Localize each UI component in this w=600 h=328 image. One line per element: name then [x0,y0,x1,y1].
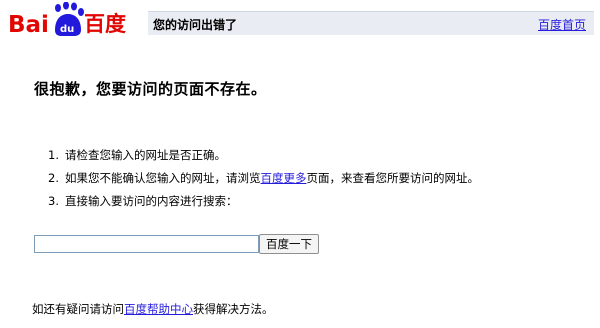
footer-text: 获得解决方法。 [193,302,274,316]
tip-text: 请检查您输入的网址是否正确。 [65,148,226,162]
baidu-logo: Bai du 百度 [8,2,126,38]
svg-text:Bai: Bai [8,12,49,38]
list-number: 3. [48,194,59,208]
list-item: 3. 直接输入要访问的内容进行搜索： [48,190,479,213]
tips-list: 1. 请检查您输入的网址是否正确。 2. 如果您不能确认您输入的网址，请浏览百度更多… [48,144,479,213]
page-title: 您的访问出错了 [153,18,238,32]
footer-help: 如还有疑问请访问百度帮助中心获得解决方法。 [32,301,274,317]
list-item: 1. 请检查您输入的网址是否正确。 [48,144,479,167]
tip-text: 页面，来查看您所要访问的网址。 [306,171,480,185]
help-center-link[interactable]: 百度帮助中心 [124,302,193,316]
footer-text: 如还有疑问请访问 [32,302,124,316]
baidu-more-link[interactable]: 百度更多 [261,171,307,185]
search-button[interactable]: 百度一下 [259,234,319,254]
tip-text: 直接输入要访问的内容进行搜索： [65,194,238,208]
list-number: 2. [48,171,59,185]
svg-text:du: du [60,24,74,35]
tip-text: 如果您不能确认您输入的网址，请浏览 [65,171,261,185]
error-headline: 很抱歉，您要访问的页面不存在。 [34,80,267,98]
baidu-home-link[interactable]: 百度首页 [538,16,586,33]
search-input[interactable] [34,235,259,253]
list-number: 1. [48,148,59,162]
svg-text:百度: 百度 [84,12,126,36]
header-bar: 您的访问出错了 百度首页 [148,11,594,35]
list-item: 2. 如果您不能确认您输入的网址，请浏览百度更多页面，来查看您所要访问的网址。 [48,167,479,190]
